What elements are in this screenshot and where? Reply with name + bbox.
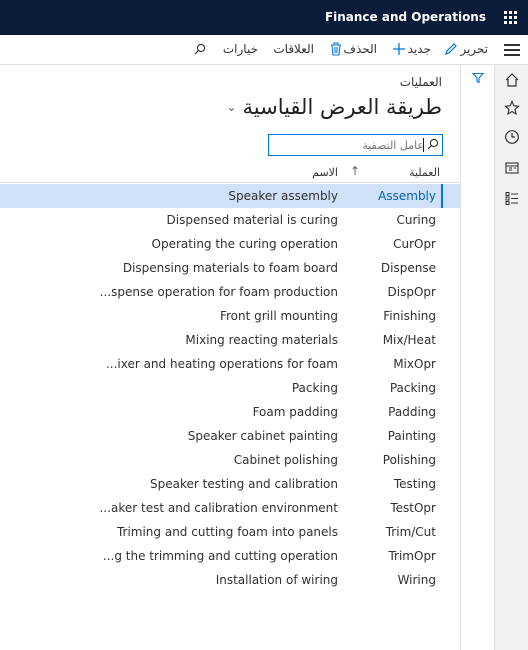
delete-label: الحذف: [343, 42, 377, 56]
operation-cell[interactable]: CurOpr: [393, 237, 436, 251]
grid-header: العملية ↑ الاسم: [0, 160, 460, 183]
name-cell: Dispensed material is curing: [166, 213, 339, 227]
star-icon[interactable]: [504, 100, 520, 116]
name-cell: Cabinet polishing: [233, 453, 338, 467]
operation-cell[interactable]: Mix/Heat: [383, 333, 436, 347]
table-row[interactable]: TestOpr ...aker test and calibration envi…: [0, 496, 460, 520]
table-row[interactable]: CurOpr Operating the curing operation: [0, 232, 460, 256]
operation-cell[interactable]: Testing: [394, 477, 436, 491]
table-row[interactable]: Painting Speaker cabinet painting: [0, 424, 460, 448]
filter-box[interactable]: [268, 134, 443, 156]
workspace-icon[interactable]: [504, 160, 520, 176]
page-caption: العمليات: [399, 75, 442, 89]
operation-cell[interactable]: Assembly: [378, 189, 436, 203]
table-row[interactable]: DispOpr ...spense operation for foam prod…: [0, 280, 460, 304]
app-title[interactable]: Finance and Operations: [325, 10, 486, 24]
operation-cell[interactable]: Curing: [397, 213, 436, 227]
name-cell: Installation of wiring: [215, 573, 338, 587]
menu-icon[interactable]: [504, 44, 520, 56]
name-cell: Operating the curing operation: [151, 237, 338, 251]
table-row[interactable]: Padding Foam padding: [0, 400, 460, 424]
table-row[interactable]: MixOpr ...ixer and heating operations for…: [0, 352, 460, 376]
name-cell: Speaker testing and calibration: [150, 477, 338, 491]
table-row[interactable]: Packing Packing: [0, 376, 460, 400]
name-cell: Mixing reacting materials: [185, 333, 338, 347]
operation-cell[interactable]: Packing: [390, 381, 436, 395]
clock-icon[interactable]: [504, 129, 520, 145]
filter-pane-strip: [460, 65, 494, 650]
sort-ascending-icon[interactable]: ↑: [350, 164, 360, 178]
operation-cell[interactable]: Padding: [388, 405, 436, 419]
column-header-name[interactable]: الاسم: [312, 166, 338, 179]
options-button[interactable]: خيارات: [223, 42, 258, 56]
trash-icon: [330, 42, 341, 56]
pencil-icon: [445, 43, 458, 55]
operation-cell[interactable]: Polishing: [383, 453, 436, 467]
home-icon[interactable]: [504, 72, 520, 88]
table-row[interactable]: Curing Dispensed material is curing: [0, 208, 460, 232]
operation-cell[interactable]: Finishing: [383, 309, 436, 323]
search-icon: [194, 43, 206, 55]
operation-cell[interactable]: TrimOpr: [388, 549, 436, 563]
main-content: العمليات طريقة العرض القياسية ⌄ العملية …: [0, 65, 460, 650]
operation-cell[interactable]: Trim/Cut: [386, 525, 436, 539]
view-title: طريقة العرض القياسية: [242, 95, 443, 119]
operation-cell[interactable]: DispOpr: [388, 285, 436, 299]
name-cell: Triming and cutting foam into panels: [116, 525, 338, 539]
new-button[interactable]: جديد: [392, 42, 431, 56]
app-launcher-icon[interactable]: [504, 11, 518, 25]
table-row[interactable]: Finishing Front grill mounting: [0, 304, 460, 328]
delete-button[interactable]: الحذف: [330, 42, 377, 56]
table-row[interactable]: Trim/Cut Triming and cutting foam into pa…: [0, 520, 460, 544]
table-row[interactable]: Polishing Cabinet polishing: [0, 448, 460, 472]
name-cell: ...spense operation for foam production: [99, 285, 338, 299]
column-header-operation[interactable]: العملية: [409, 166, 440, 179]
edit-label: تحرير: [460, 42, 488, 56]
filter-funnel-icon[interactable]: [472, 72, 484, 84]
new-label: جديد: [407, 42, 431, 56]
name-cell: Speaker cabinet painting: [187, 429, 338, 443]
search-button[interactable]: [194, 43, 206, 55]
filter-input[interactable]: [274, 135, 424, 155]
view-selector[interactable]: طريقة العرض القياسية ⌄: [226, 95, 442, 119]
table-row[interactable]: Wiring Installation of wiring: [0, 568, 460, 592]
plus-icon: [392, 43, 405, 55]
name-cell: Foam padding: [252, 405, 338, 419]
chevron-down-icon: ⌄: [226, 100, 237, 114]
operation-cell[interactable]: TestOpr: [390, 501, 436, 515]
table-row[interactable]: Mix/Heat Mixing reacting materials: [0, 328, 460, 352]
operation-cell[interactable]: Wiring: [398, 573, 436, 587]
name-cell: Dispensing materials to foam board: [122, 261, 338, 275]
table-row[interactable]: Assembly Speaker assembly: [0, 184, 460, 208]
name-cell: ...ixer and heating operations for foam: [105, 357, 338, 371]
top-bar: Finance and Operations: [0, 0, 528, 35]
name-cell: ...aker test and calibration environment: [99, 501, 338, 515]
navigation-pane: [494, 65, 528, 650]
relations-button[interactable]: العلاقات: [273, 42, 314, 56]
operation-cell[interactable]: Painting: [388, 429, 436, 443]
name-cell: Front grill mounting: [219, 309, 338, 323]
name-cell: Speaker assembly: [228, 189, 338, 203]
name-cell: Packing: [291, 381, 338, 395]
table-row[interactable]: Dispense Dispensing materials to foam boa…: [0, 256, 460, 280]
operation-cell[interactable]: MixOpr: [393, 357, 436, 371]
table-row[interactable]: TrimOpr ...g the trimming and cutting ope…: [0, 544, 460, 568]
name-cell: ...g the trimming and cutting operation: [102, 549, 338, 563]
operation-cell[interactable]: Dispense: [381, 261, 436, 275]
edit-button[interactable]: تحرير: [444, 42, 488, 56]
search-icon: [427, 138, 439, 150]
action-pane: تحرير جديد الحذف العلاقات خيارات: [0, 35, 528, 65]
table-row[interactable]: Testing Speaker testing and calibration: [0, 472, 460, 496]
modules-list-icon[interactable]: [504, 190, 520, 206]
